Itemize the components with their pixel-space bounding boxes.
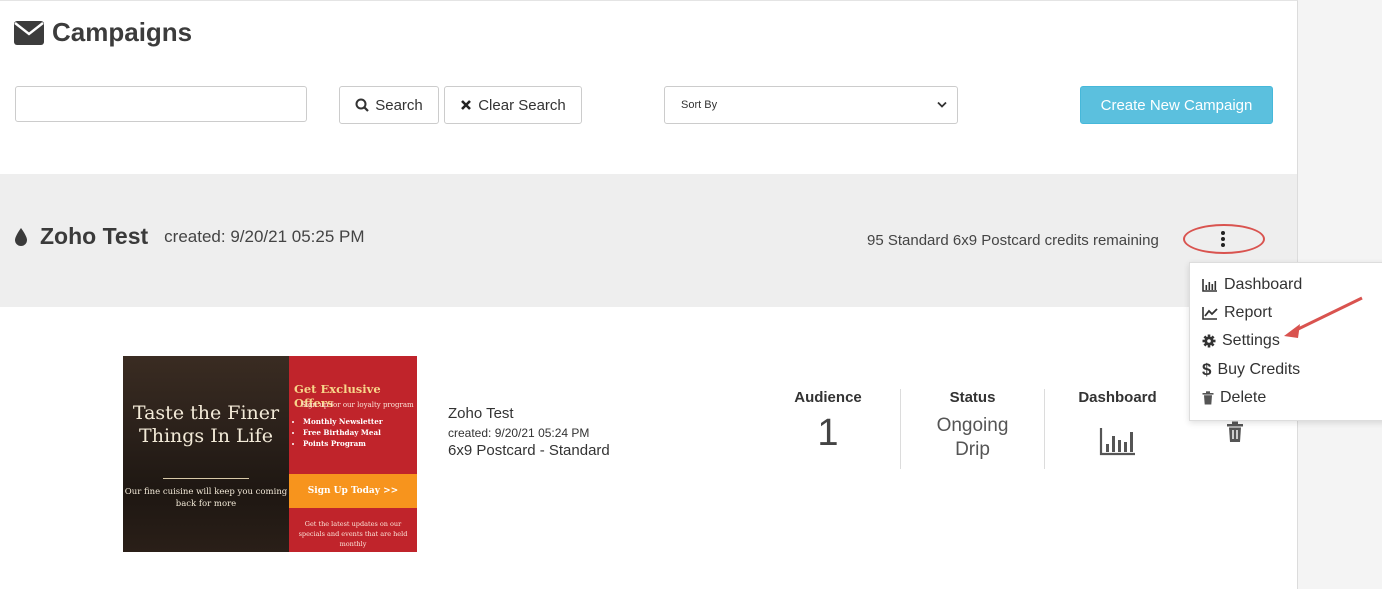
postcard-cta: Sign Up Today >> (289, 474, 417, 508)
item-created: created: 9/20/21 05:24 PM (448, 426, 590, 440)
postcard-bullet: Monthly Newsletter (303, 416, 383, 427)
postcard-bullet: Free Birthday Meal (303, 427, 383, 438)
campaign-title: Zoho Test created: 9/20/21 05:25 PM (14, 223, 365, 250)
menu-item-delete[interactable]: Delete (1202, 389, 1266, 407)
postcard-offer: Get Exclusive Offers Sign up for our loy… (289, 356, 417, 552)
postcard-headline: Taste the Finer Things In Life (132, 402, 280, 447)
postcard-thumbnail: Taste the Finer Things In Life Our fine … (123, 356, 417, 552)
column-divider (1044, 389, 1045, 469)
audience-column: Audience 1 (760, 389, 896, 455)
drop-icon (15, 227, 27, 246)
gear-icon (1202, 334, 1216, 348)
credits-remaining: 95 Standard 6x9 Postcard credits remaini… (867, 232, 1159, 249)
sort-by-select[interactable]: Sort By (664, 86, 958, 124)
status-label: Status (949, 389, 996, 406)
line-chart-icon (1202, 307, 1218, 320)
postcard-front: Taste the Finer Things In Life Our fine … (123, 356, 289, 552)
status-column: Status Ongoing Drip (905, 389, 1040, 462)
menu-item-label: Delete (1220, 389, 1267, 406)
bar-chart-icon[interactable] (1099, 426, 1137, 456)
main-panel: Campaigns Search Clear Search Sort By Cr… (0, 0, 1298, 589)
postcard-divider (163, 478, 249, 479)
column-divider (900, 389, 901, 469)
trash-icon[interactable] (1226, 421, 1244, 443)
item-name: Zoho Test (448, 405, 514, 422)
create-campaign-button[interactable]: Create New Campaign (1080, 86, 1273, 124)
menu-item-dashboard[interactable]: Dashboard (1202, 276, 1302, 294)
chevron-down-icon (937, 101, 947, 108)
status-value: Ongoing Drip (905, 414, 1040, 462)
campaign-created: created: 9/20/21 05:25 PM (164, 226, 365, 246)
close-icon (461, 100, 472, 110)
search-input[interactable] (15, 86, 307, 122)
dollar-icon: $ (1202, 360, 1212, 379)
sort-by-label: Sort By (681, 99, 718, 111)
page-title: Campaigns (14, 17, 192, 48)
audience-value: 1 (817, 412, 839, 454)
dashboard-label: Dashboard (1078, 389, 1157, 406)
status-line-2: Drip (955, 439, 990, 460)
menu-item-label: Dashboard (1224, 276, 1303, 293)
search-button-label: Search (375, 96, 423, 114)
postcard-bullets: Monthly Newsletter Free Birthday Meal Po… (291, 416, 383, 449)
envelope-icon (14, 20, 44, 45)
page-title-text: Campaigns (52, 17, 193, 47)
trash-icon (1202, 391, 1214, 405)
dashboard-column: Dashboard (1050, 389, 1185, 461)
search-button[interactable]: Search (339, 86, 439, 124)
annotation-arrow-icon (1284, 296, 1363, 338)
postcard-bullet: Points Program (303, 438, 383, 449)
postcard-offer-sub: Sign up for our loyalty program (301, 401, 414, 409)
campaign-item-info: Zoho Test created: 9/20/21 05:24 PM 6x9 … (448, 405, 610, 459)
campaign-name: Zoho Test (40, 223, 149, 249)
clear-search-button[interactable]: Clear Search (444, 86, 582, 124)
clear-search-label: Clear Search (478, 96, 566, 114)
postcard-tagline: Our fine cuisine will keep you coming ba… (124, 487, 288, 509)
more-options-icon[interactable] (1217, 229, 1229, 249)
postcard-footer: Get the latest updates on our specials a… (298, 520, 408, 548)
menu-item-label: Buy Credits (1217, 361, 1301, 378)
menu-item-label: Settings (1222, 332, 1280, 349)
status-line-1: Ongoing (936, 415, 1009, 436)
menu-item-label: Report (1224, 304, 1273, 321)
audience-label: Audience (794, 389, 862, 406)
bar-chart-icon (1202, 279, 1217, 292)
item-type: 6x9 Postcard - Standard (448, 442, 610, 459)
search-icon (355, 98, 370, 112)
menu-item-buy-credits[interactable]: $ Buy Credits (1202, 360, 1300, 380)
menu-item-report[interactable]: Report (1202, 304, 1272, 322)
menu-item-settings[interactable]: Settings (1202, 332, 1280, 350)
